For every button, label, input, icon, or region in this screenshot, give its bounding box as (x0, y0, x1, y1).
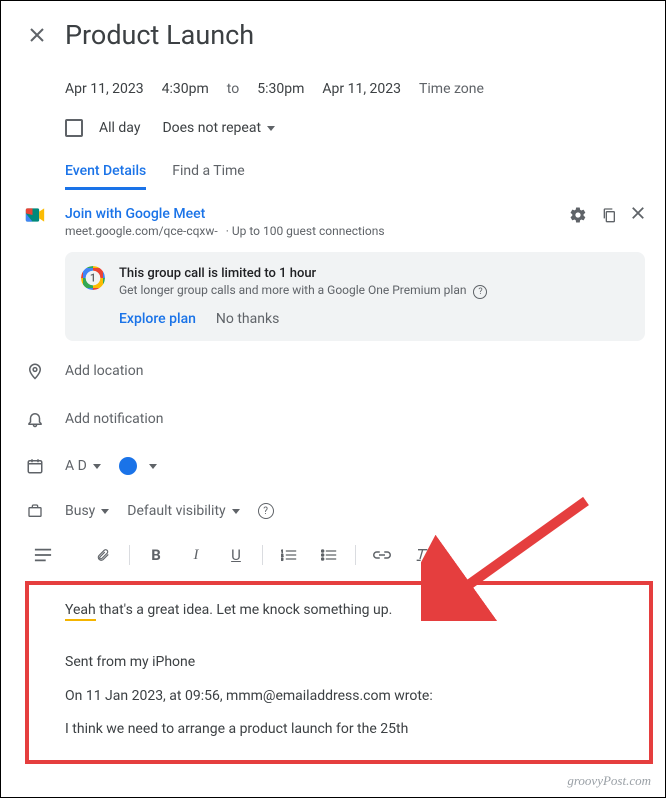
explore-plan-button[interactable]: Explore plan (119, 311, 196, 327)
add-notification-button[interactable]: Add notification (65, 411, 164, 427)
end-date[interactable]: Apr 11, 2023 (322, 81, 401, 97)
help-icon[interactable]: ? (473, 285, 487, 299)
tab-find-time[interactable]: Find a Time (172, 155, 245, 190)
google-one-promo: 1 This group call is limited to 1 hour G… (65, 252, 645, 341)
join-meet-link[interactable]: Join with Google Meet (65, 206, 549, 222)
end-time[interactable]: 5:30pm (257, 81, 304, 97)
bold-icon[interactable]: B (138, 539, 174, 571)
svg-text:3: 3 (281, 557, 283, 562)
clear-format-icon[interactable] (404, 539, 440, 571)
link-icon[interactable] (364, 539, 400, 571)
meet-url: meet.google.com/qce-cqxw- (65, 224, 218, 238)
start-date[interactable]: Apr 11, 2023 (65, 81, 144, 97)
attachment-icon[interactable] (85, 539, 121, 571)
desc-line1-rest: that's a great idea. Let me knock someth… (96, 602, 393, 618)
availability-dropdown[interactable]: Busy (65, 503, 109, 519)
watermark: groovyPost.com (567, 773, 651, 789)
numbered-list-icon[interactable]: 123 (271, 539, 307, 571)
promo-title: This group call is limited to 1 hour (119, 266, 629, 281)
visibility-dropdown[interactable]: Default visibility (127, 503, 239, 519)
to-label: to (227, 81, 239, 97)
add-location-button[interactable]: Add location (65, 363, 143, 379)
meet-remove-icon[interactable] (631, 206, 645, 224)
meet-copy-icon[interactable] (601, 206, 617, 224)
recurrence-dropdown[interactable]: Does not repeat (162, 120, 275, 136)
allday-label: All day (99, 120, 140, 136)
tab-event-details[interactable]: Event Details (65, 155, 146, 190)
briefcase-icon (25, 503, 45, 519)
desc-quote-body: I think we need to arrange a product lau… (65, 718, 633, 742)
desc-line1-word: Yeah (65, 602, 96, 621)
visibility-help-icon[interactable]: ? (258, 503, 274, 519)
description-editor[interactable]: Yeah that's a great idea. Let me knock s… (25, 581, 653, 764)
color-dot (119, 457, 137, 475)
start-time[interactable]: 4:30pm (162, 81, 209, 97)
calendar-icon (25, 457, 45, 475)
allday-checkbox[interactable] (65, 119, 83, 137)
event-color-dropdown[interactable] (119, 457, 157, 475)
meet-settings-icon[interactable] (569, 206, 587, 224)
no-thanks-button[interactable]: No thanks (216, 311, 279, 327)
location-icon (25, 361, 45, 381)
meet-guest-limit: · Up to 100 guest connections (226, 224, 385, 238)
event-title[interactable]: Product Launch (65, 19, 254, 51)
calendar-owner-dropdown[interactable]: A D (65, 458, 101, 474)
bell-icon (25, 409, 45, 429)
underline-icon[interactable]: U (218, 539, 254, 571)
description-icon (25, 539, 61, 571)
timezone-button[interactable]: Time zone (419, 81, 484, 97)
desc-signature: Sent from my iPhone (65, 651, 633, 675)
desc-quote-header: On 11 Jan 2023, at 09:56, mmm@emailaddre… (65, 685, 633, 709)
promo-subtitle: Get longer group calls and more with a G… (119, 283, 467, 297)
bullet-list-icon[interactable] (311, 539, 347, 571)
close-icon[interactable] (27, 25, 47, 45)
google-meet-icon (25, 206, 45, 224)
italic-icon[interactable]: I (178, 539, 214, 571)
